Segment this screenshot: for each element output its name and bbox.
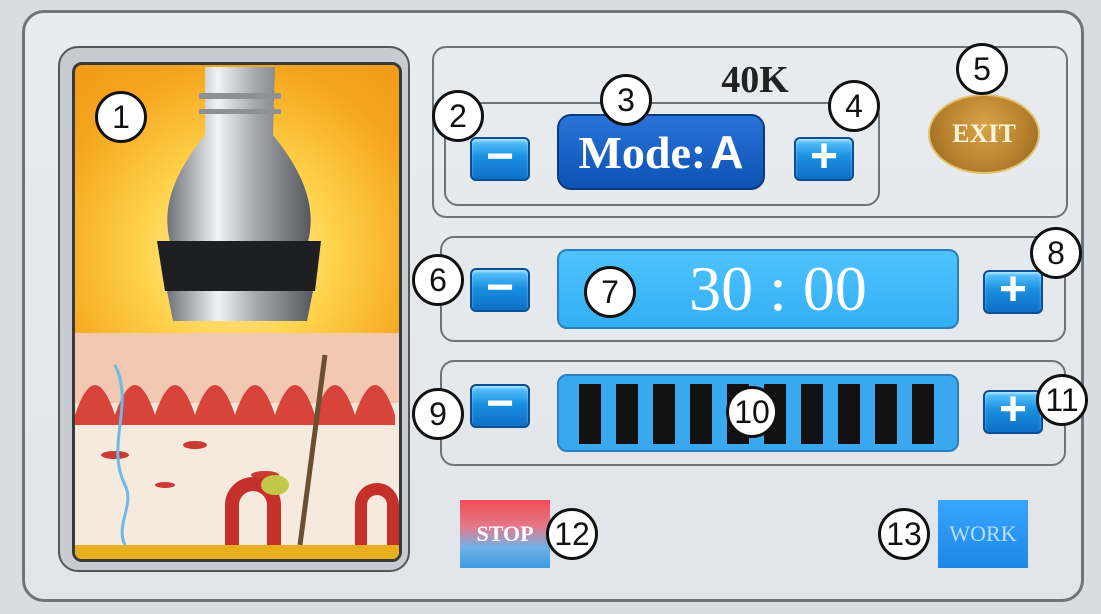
callout-marker: 11 xyxy=(1036,374,1088,426)
plus-icon: + xyxy=(998,383,1028,436)
callout-marker: 2 xyxy=(432,90,484,142)
callout-marker: 10 xyxy=(726,386,778,438)
plus-icon: + xyxy=(809,130,839,183)
intensity-bar-segment xyxy=(801,384,823,444)
intensity-bar-segment xyxy=(653,384,675,444)
intensity-bar-segment xyxy=(690,384,712,444)
intensity-bar-segment xyxy=(912,384,934,444)
exit-button[interactable]: EXIT xyxy=(928,94,1040,174)
intensity-bar-segment xyxy=(579,384,601,444)
callout-marker: 13 xyxy=(878,508,930,560)
frequency-label: 40K xyxy=(721,59,789,101)
mode-increase-button[interactable]: + xyxy=(794,133,854,181)
mode-display: Mode: A xyxy=(557,114,765,190)
intensity-bar-segment xyxy=(616,384,638,444)
callout-marker: 3 xyxy=(600,74,652,126)
callout-marker: 9 xyxy=(412,388,464,440)
timer-decrease-button[interactable]: − xyxy=(470,264,530,312)
timer-increase-button[interactable]: + xyxy=(983,266,1043,314)
minus-icon: − xyxy=(485,377,515,430)
intensity-bar-segment xyxy=(875,384,897,444)
intensity-bar-segment xyxy=(838,384,860,444)
callout-marker: 5 xyxy=(956,43,1008,95)
mode-value: A xyxy=(710,126,744,178)
callout-marker: 7 xyxy=(584,266,636,318)
callout-marker: 8 xyxy=(1030,227,1082,279)
callout-marker: 4 xyxy=(828,80,880,132)
work-button[interactable]: WORK xyxy=(938,500,1028,568)
mode-prefix: Mode: xyxy=(578,126,707,178)
callout-marker: 6 xyxy=(412,254,464,306)
minus-icon: − xyxy=(485,130,515,183)
plus-icon: + xyxy=(998,263,1028,316)
intensity-decrease-button[interactable]: − xyxy=(470,380,530,428)
callout-marker: 1 xyxy=(95,91,147,143)
intensity-increase-button[interactable]: + xyxy=(983,386,1043,434)
stop-button[interactable]: STOP xyxy=(460,500,550,568)
mode-decrease-button[interactable]: − xyxy=(470,133,530,181)
minus-icon: − xyxy=(485,261,515,314)
callout-marker: 12 xyxy=(546,508,598,560)
